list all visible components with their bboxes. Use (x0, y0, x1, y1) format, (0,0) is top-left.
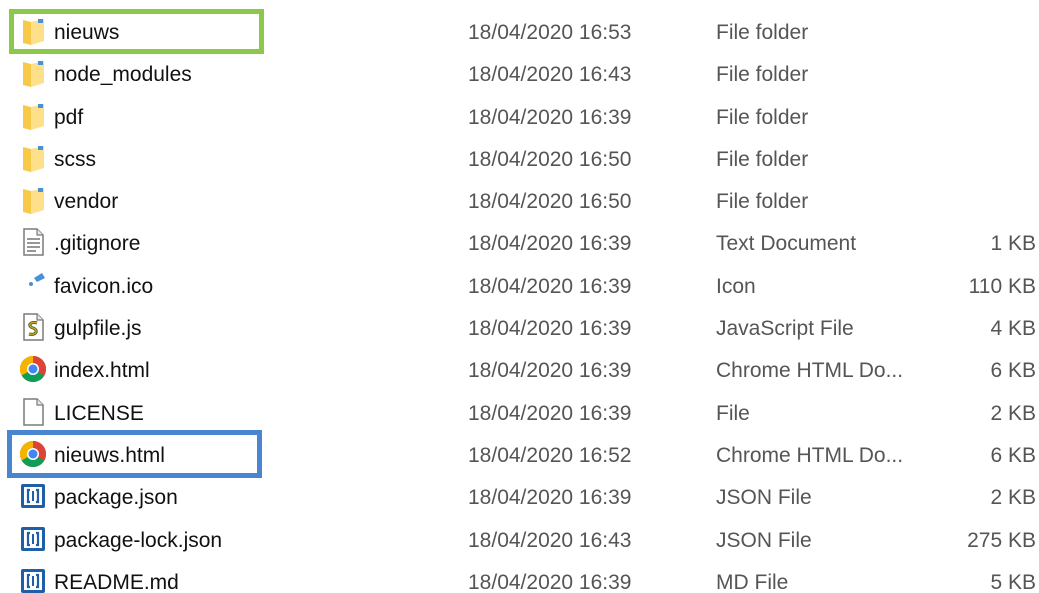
file-name: nieuws.html (54, 443, 165, 467)
file-row-scss[interactable]: scss 18/04/2020 16:50 File folder (0, 139, 1039, 181)
file-type: JavaScript File (716, 317, 854, 341)
file-type: MD File (716, 570, 789, 593)
folder-icon (18, 185, 48, 215)
file-name: README.md (54, 570, 179, 593)
file-name: node_modules (54, 63, 192, 87)
file-date-modified: 18/04/2020 16:39 (468, 105, 632, 129)
file-size: 2 KB (990, 401, 1036, 425)
file-type: File (716, 401, 750, 425)
file-row-gulpfile[interactable]: gulpfile.js 18/04/2020 16:39 JavaScript … (0, 308, 1039, 350)
file-type: File folder (716, 190, 809, 214)
file-name: package-lock.json (54, 528, 223, 552)
file-date-modified: 18/04/2020 16:39 (468, 317, 632, 341)
blank-file-icon (18, 397, 48, 427)
file-date-modified: 18/04/2020 16:39 (468, 570, 632, 593)
file-type: File folder (716, 147, 809, 171)
file-name: LICENSE (54, 401, 144, 425)
file-date-modified: 18/04/2020 16:39 (468, 359, 632, 383)
folder-icon (18, 58, 48, 88)
json-file-icon (18, 481, 48, 511)
file-name: nieuws (54, 21, 120, 44)
file-list: nieuws 18/04/2020 16:53 File folder node… (0, 12, 1039, 593)
file-row-vendor[interactable]: vendor 18/04/2020 16:50 File folder (0, 181, 1039, 223)
chrome-icon (18, 354, 48, 384)
file-name: gulpfile.js (54, 317, 142, 341)
text-document-icon (18, 227, 48, 257)
file-row-package-json[interactable]: package.json 18/04/2020 16:39 JSON File … (0, 477, 1039, 519)
file-size: 1 KB (990, 232, 1036, 256)
file-type: File folder (716, 105, 809, 129)
file-type: Icon (716, 274, 756, 298)
folder-icon (18, 143, 48, 173)
json-file-icon (18, 524, 48, 554)
favicon-icon (18, 270, 48, 300)
file-type: Chrome HTML Do... (716, 359, 904, 383)
file-size: 6 KB (990, 359, 1036, 383)
file-date-modified: 18/04/2020 16:43 (468, 63, 632, 87)
file-size: 6 KB (990, 443, 1036, 467)
folder-icon (18, 101, 48, 131)
file-size: 275 KB (967, 528, 1036, 552)
file-row-nieuws[interactable]: nieuws 18/04/2020 16:53 File folder (0, 12, 1039, 54)
file-date-modified: 18/04/2020 16:43 (468, 528, 632, 552)
folder-icon (18, 16, 48, 46)
file-size: 4 KB (990, 317, 1036, 341)
file-row-node-modules[interactable]: node_modules 18/04/2020 16:43 File folde… (0, 54, 1039, 96)
file-size: 2 KB (990, 486, 1036, 510)
file-size: 5 KB (990, 570, 1036, 593)
file-type: File folder (716, 63, 809, 87)
javascript-file-icon (18, 312, 48, 342)
file-row-package-lock-json[interactable]: package-lock.json 18/04/2020 16:43 JSON … (0, 520, 1039, 562)
file-date-modified: 18/04/2020 16:52 (468, 443, 632, 467)
file-type: JSON File (716, 486, 812, 510)
file-date-modified: 18/04/2020 16:39 (468, 486, 632, 510)
file-name: package.json (54, 486, 178, 510)
file-name: pdf (54, 105, 84, 129)
file-date-modified: 18/04/2020 16:39 (468, 274, 632, 298)
file-row-favicon[interactable]: favicon.ico 18/04/2020 16:39 Icon 110 KB (0, 266, 1039, 308)
file-size: 110 KB (968, 274, 1036, 298)
file-date-modified: 18/04/2020 16:53 (468, 21, 632, 44)
file-row-pdf[interactable]: pdf 18/04/2020 16:39 File folder (0, 97, 1039, 139)
file-type: File folder (716, 21, 809, 44)
file-type: Chrome HTML Do... (716, 443, 904, 467)
file-date-modified: 18/04/2020 16:39 (468, 401, 632, 425)
file-row-nieuws-html[interactable]: nieuws.html 18/04/2020 16:52 Chrome HTML… (0, 435, 1039, 477)
chrome-icon (18, 439, 48, 469)
file-type: Text Document (716, 232, 857, 256)
file-name: index.html (54, 359, 150, 383)
file-row-readme[interactable]: README.md 18/04/2020 16:39 MD File 5 KB (0, 562, 1039, 593)
file-type: JSON File (716, 528, 812, 552)
file-date-modified: 18/04/2020 16:50 (468, 190, 632, 214)
json-file-icon (18, 566, 48, 593)
file-date-modified: 18/04/2020 16:50 (468, 147, 632, 171)
file-row-index-html[interactable]: index.html 18/04/2020 16:39 Chrome HTML … (0, 350, 1039, 392)
file-row-gitignore[interactable]: .gitignore 18/04/2020 16:39 Text Documen… (0, 223, 1039, 265)
file-name: scss (54, 147, 96, 171)
file-name: favicon.ico (54, 274, 154, 298)
file-date-modified: 18/04/2020 16:39 (468, 232, 632, 256)
file-name: vendor (54, 190, 119, 214)
file-row-license[interactable]: LICENSE 18/04/2020 16:39 File 2 KB (0, 393, 1039, 435)
file-name: .gitignore (54, 232, 141, 256)
